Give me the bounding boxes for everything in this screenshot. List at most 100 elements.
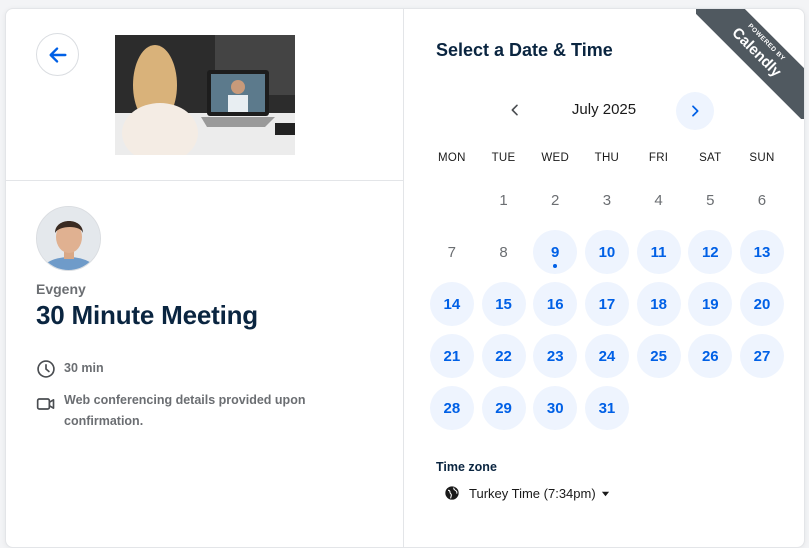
event-header [6, 9, 404, 181]
calendar-cell: 29 [478, 382, 530, 434]
weekday-label: TUE [491, 152, 516, 164]
available-day-button[interactable]: 16 [533, 282, 578, 326]
day-number: 12 [701, 243, 719, 261]
available-day-button[interactable]: 15 [481, 282, 526, 326]
calendar-cell: 13 [736, 226, 788, 278]
available-day-button[interactable]: 19 [688, 282, 733, 326]
weekday-label: WED [541, 152, 570, 164]
day-number: 14 [443, 295, 461, 313]
available-day-button[interactable]: 24 [584, 334, 629, 378]
available-day-button[interactable]: 26 [688, 334, 733, 378]
day-number: 21 [443, 347, 461, 365]
available-day-button[interactable]: 11 [636, 230, 681, 274]
scheduler-panel: Select a Date & Time July 2025 MON TUE WED… [404, 9, 804, 547]
day-number: 13 [753, 243, 771, 261]
powered-by-ribbon: POWERED BY Calendly [696, 9, 804, 119]
caret-down-icon [601, 491, 609, 496]
day-number: 15 [495, 295, 512, 313]
available-day-button[interactable]: 22 [481, 334, 526, 378]
available-day-button[interactable]: 9 [533, 230, 578, 274]
available-day-button[interactable]: 18 [636, 282, 681, 326]
available-day-button[interactable]: 30 [533, 386, 578, 430]
timezone-label: Time zone [436, 460, 497, 474]
calendar-cell: 8 [478, 226, 530, 278]
available-day-button[interactable]: 13 [739, 230, 784, 274]
unavailable-day: 4 [637, 178, 681, 222]
calendar-cell: 11 [633, 226, 685, 278]
calendar-cell: 12 [684, 226, 736, 278]
calendar-cell: 18 [633, 278, 685, 330]
available-day-button[interactable]: 12 [688, 230, 733, 274]
calendar-cell: 19 [684, 278, 736, 330]
day-number: 29 [495, 399, 512, 417]
unavailable-day: 5 [688, 178, 732, 222]
location-detail: Web conferencing details provided upon c… [36, 390, 336, 432]
powered-by-badge[interactable]: POWERED BY Calendly [696, 9, 804, 119]
previous-month-button[interactable] [498, 93, 532, 127]
duration-detail: 30 min [36, 358, 104, 379]
available-day-button[interactable]: 25 [636, 334, 681, 378]
available-day-button[interactable]: 29 [481, 386, 526, 430]
timezone-value: Turkey Time (7:34pm) [469, 485, 596, 501]
day-number: 2 [551, 191, 560, 209]
day-number: 11 [650, 243, 667, 261]
today-indicator-dot [553, 264, 558, 268]
back-button[interactable] [36, 33, 79, 76]
scheduler-heading: Select a Date & Time [436, 40, 613, 60]
day-number: 17 [598, 295, 616, 313]
clock-icon [37, 360, 55, 378]
day-number: 30 [546, 399, 564, 417]
month-label: July 2025 [571, 101, 637, 118]
available-day-button[interactable]: 14 [429, 282, 474, 326]
event-details-panel: Evgeny 30 Minute Meeting 30 min Web conf… [6, 9, 404, 547]
unavailable-day: 8 [482, 230, 526, 274]
calendar-cell: 3 [581, 174, 633, 226]
available-day-button[interactable]: 28 [429, 386, 474, 430]
available-day-button[interactable]: 27 [739, 334, 784, 378]
calendar-grid: 1 2 3 4 5 6 7 8 9 10 11 12 13 14 15 16 17 18 19 20 21 22 23 24 2… [426, 174, 802, 434]
day-number: 7 [447, 243, 457, 261]
calendar-cell [426, 174, 478, 226]
day-number: 25 [650, 347, 667, 365]
calendar-cell: 1 [478, 174, 530, 226]
available-day-button[interactable]: 17 [584, 282, 629, 326]
available-day-button[interactable]: 31 [584, 386, 629, 430]
calendar-cell: 7 [426, 226, 478, 278]
day-number: 22 [495, 347, 512, 365]
calendar-cell: 25 [633, 330, 685, 382]
available-day-button[interactable]: 20 [739, 282, 784, 326]
host-avatar [36, 206, 101, 271]
day-number: 9 [551, 243, 560, 261]
globe-icon [445, 486, 459, 500]
day-number: 8 [499, 243, 508, 261]
day-number: 28 [443, 399, 461, 417]
weekday-label: SAT [699, 152, 722, 164]
video-camera-icon [36, 398, 55, 410]
available-day-button[interactable]: 10 [584, 230, 629, 274]
event-title: 30 Minute Meeting [36, 300, 258, 330]
calendar-cell: 5 [684, 174, 736, 226]
unavailable-day: 2 [533, 178, 577, 222]
weekday-label: FRI [648, 152, 669, 164]
day-number: 10 [598, 243, 616, 261]
unavailable-day: 3 [585, 178, 629, 222]
unavailable-day: 7 [430, 230, 474, 274]
calendar-cell: 20 [736, 278, 788, 330]
weekday-label: MON [437, 152, 466, 164]
day-number: 23 [546, 347, 564, 365]
day-number: 31 [598, 399, 616, 417]
available-day-button[interactable]: 21 [429, 334, 474, 378]
day-number: 24 [598, 347, 616, 365]
timezone-select[interactable]: Turkey Time (7:34pm) [444, 485, 610, 501]
unavailable-day: 1 [482, 178, 526, 222]
calendar-cell: 14 [426, 278, 478, 330]
day-number: 3 [602, 191, 612, 209]
calendar-cell: 4 [633, 174, 685, 226]
calendar-cell: 15 [478, 278, 530, 330]
calendar-cell: 17 [581, 278, 633, 330]
available-day-button[interactable]: 23 [533, 334, 578, 378]
calendar-cell: 27 [736, 330, 788, 382]
day-number: 6 [757, 191, 767, 209]
duration-text: 30 min [64, 361, 104, 375]
booking-card: Evgeny 30 Minute Meeting 30 min Web conf… [5, 8, 805, 548]
